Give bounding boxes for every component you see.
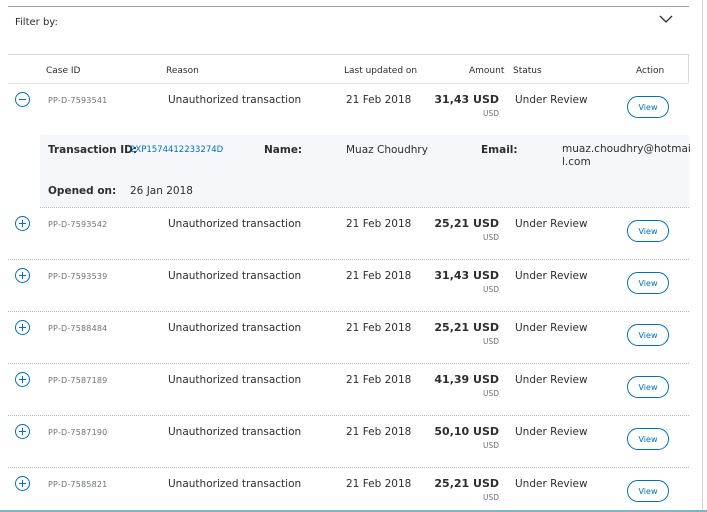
- currency: USD: [482, 389, 499, 398]
- expand-icon[interactable]: [15, 320, 30, 335]
- currency: USD: [482, 109, 499, 118]
- status: Under Review: [515, 426, 588, 438]
- email-label: Email:: [481, 144, 518, 156]
- last-updated: 21 Feb 2018: [346, 426, 412, 438]
- view-button[interactable]: View: [627, 480, 669, 502]
- amount: 25,21 USD: [434, 477, 499, 490]
- currency: USD: [482, 337, 499, 346]
- chevron-down-icon[interactable]: [658, 13, 674, 25]
- table-row: PP-D-7588484 Unauthorized transaction 21…: [8, 312, 689, 364]
- view-button[interactable]: View: [627, 428, 669, 450]
- amount: 31,43 USD: [434, 269, 499, 282]
- table-row: PP-D-7593541 Unauthorized transaction 21…: [8, 84, 689, 136]
- case-id: PP-D-7587190: [48, 428, 108, 437]
- transaction-id-label: Transaction ID:: [48, 144, 138, 156]
- currency: USD: [482, 233, 499, 242]
- expand-icon[interactable]: [15, 268, 30, 283]
- table-row: PP-D-7587190 Unauthorized transaction 21…: [8, 416, 689, 468]
- reason: Unauthorized transaction: [168, 94, 302, 106]
- reason: Unauthorized transaction: [168, 478, 302, 490]
- table-right-border: [688, 54, 689, 82]
- table-row: PP-D-7593539 Unauthorized transaction 21…: [8, 260, 689, 312]
- view-button[interactable]: View: [627, 272, 669, 294]
- top-divider: [8, 6, 689, 7]
- name-value: Muaz Choudhry: [346, 144, 428, 156]
- reason: Unauthorized transaction: [168, 270, 302, 282]
- expand-icon[interactable]: [15, 372, 30, 387]
- column-header-amount[interactable]: Amount: [469, 66, 504, 76]
- reason: Unauthorized transaction: [168, 218, 302, 230]
- reason: Unauthorized transaction: [168, 374, 302, 386]
- filter-label: Filter by:: [15, 17, 58, 28]
- opened-on-label: Opened on:: [48, 185, 117, 197]
- status: Under Review: [515, 94, 588, 106]
- case-id: PP-D-7593539: [48, 272, 108, 281]
- amount: 41,39 USD: [434, 373, 499, 386]
- currency: USD: [482, 285, 499, 294]
- last-updated: 21 Feb 2018: [346, 374, 412, 386]
- expand-icon[interactable]: [15, 424, 30, 439]
- email-value-line-1: muaz.choudhry@hotmai: [562, 143, 691, 155]
- last-updated: 21 Feb 2018: [346, 218, 412, 230]
- right-border: [702, 0, 703, 512]
- column-header-last-updated[interactable]: Last updated on: [344, 66, 417, 76]
- view-button[interactable]: View: [627, 376, 669, 398]
- column-header-action: Action: [636, 66, 665, 76]
- last-updated: 21 Feb 2018: [346, 94, 412, 106]
- reason: Unauthorized transaction: [168, 322, 302, 334]
- column-header-case-id[interactable]: Case ID: [46, 66, 80, 76]
- amount: 50,10 USD: [434, 425, 499, 438]
- table-row: PP-D-7593542 Unauthorized transaction 21…: [8, 208, 689, 260]
- column-header-status[interactable]: Status: [513, 66, 542, 76]
- case-id: PP-D-7593541: [48, 96, 108, 105]
- amount: 31,43 USD: [434, 93, 499, 106]
- case-details-panel: Transaction ID: 2XP1574412233274D Name: …: [40, 135, 691, 207]
- transaction-id-link[interactable]: 2XP1574412233274D: [130, 145, 223, 155]
- table-row: PP-D-7587189 Unauthorized transaction 21…: [8, 364, 689, 416]
- case-id: PP-D-7588484: [48, 324, 108, 333]
- case-id: PP-D-7585821: [48, 480, 108, 489]
- view-button[interactable]: View: [627, 324, 669, 346]
- last-updated: 21 Feb 2018: [346, 322, 412, 334]
- table-row: PP-D-7585821 Unauthorized transaction 21…: [8, 468, 689, 510]
- status: Under Review: [515, 374, 588, 386]
- status: Under Review: [515, 478, 588, 490]
- expand-icon[interactable]: [15, 216, 30, 231]
- currency: USD: [482, 441, 499, 450]
- status: Under Review: [515, 322, 588, 334]
- view-button[interactable]: View: [627, 220, 669, 242]
- email-value-line-2: l.com: [562, 156, 591, 168]
- amount: 25,21 USD: [434, 321, 499, 334]
- opened-on-value: 26 Jan 2018: [130, 185, 193, 197]
- last-updated: 21 Feb 2018: [346, 478, 412, 490]
- case-id: PP-D-7593542: [48, 220, 108, 229]
- status: Under Review: [515, 218, 588, 230]
- collapse-icon[interactable]: [15, 92, 30, 107]
- view-button[interactable]: View: [627, 96, 669, 118]
- expand-icon[interactable]: [15, 476, 30, 491]
- status: Under Review: [515, 270, 588, 282]
- name-label: Name:: [264, 144, 303, 156]
- column-header-reason[interactable]: Reason: [166, 66, 199, 76]
- amount: 25,21 USD: [434, 217, 499, 230]
- case-id: PP-D-7587189: [48, 376, 108, 385]
- reason: Unauthorized transaction: [168, 426, 302, 438]
- currency: USD: [482, 493, 499, 502]
- table-top-border: [8, 54, 689, 55]
- last-updated: 21 Feb 2018: [346, 270, 412, 282]
